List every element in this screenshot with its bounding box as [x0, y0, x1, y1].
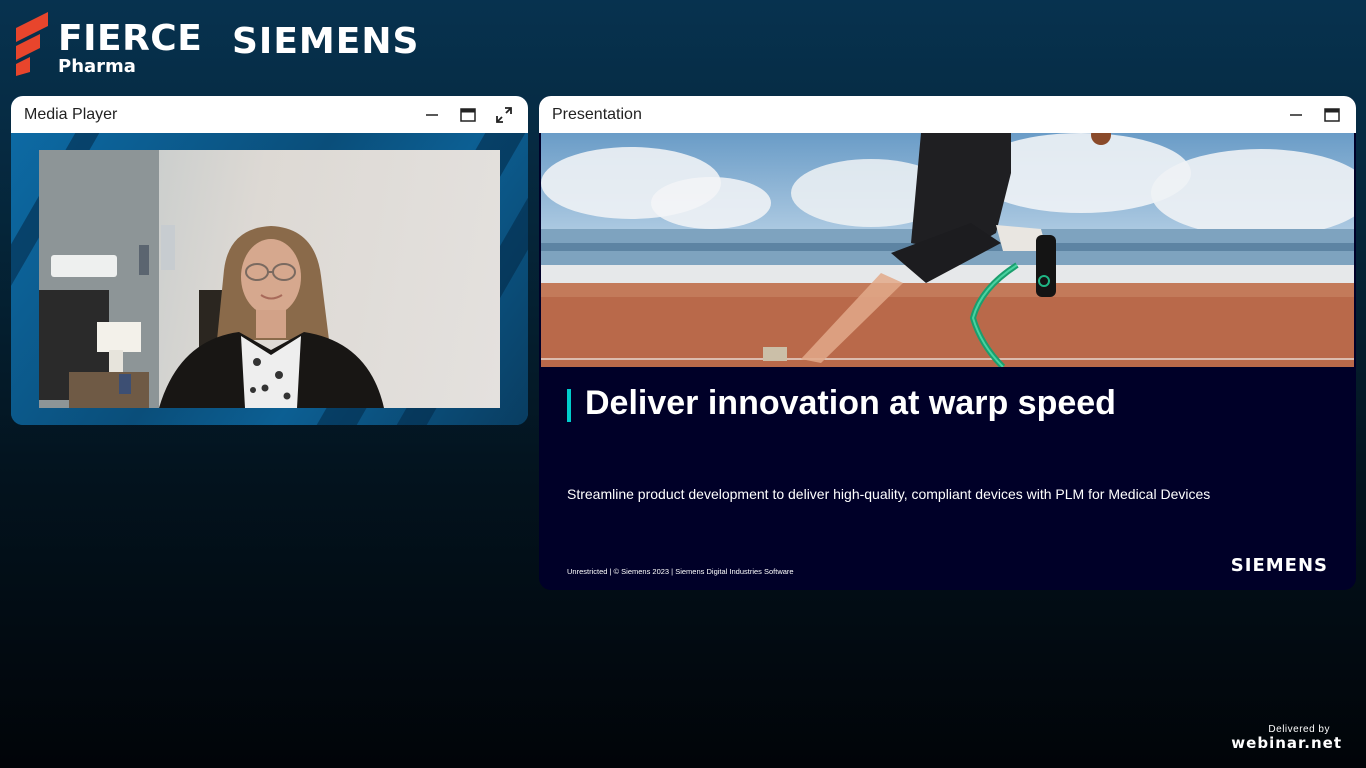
- presentation-panel: Presentation Deliver innovation at warp …: [539, 96, 1356, 590]
- fullscreen-button[interactable]: [486, 96, 522, 133]
- expand-icon: [496, 106, 512, 123]
- window-icon: [1324, 107, 1340, 122]
- window-icon: [460, 107, 476, 122]
- title-accent-bar: [567, 389, 571, 422]
- fierce-pharma-logo: FIERCE Pharma: [14, 6, 204, 76]
- maximize-button[interactable]: [1314, 96, 1350, 133]
- slide-headline: Deliver innovation at warp speed: [585, 384, 1116, 422]
- minimize-icon: [426, 113, 438, 116]
- media-player-body: [11, 133, 528, 425]
- minimize-button[interactable]: [1278, 96, 1314, 133]
- speaker-video-image: [39, 150, 384, 408]
- brand-primary: FIERCE: [58, 18, 203, 59]
- slide-hero-image: [541, 133, 1354, 367]
- presentation-header: Presentation: [539, 96, 1356, 133]
- speaker-video[interactable]: [39, 150, 500, 408]
- sponsor-logo: SIEMENS: [232, 21, 420, 62]
- fierce-flame-icon: [16, 12, 48, 76]
- slide-siemens-logo: SIEMENS: [1230, 555, 1328, 576]
- slide-subheadline: Streamline product development to delive…: [567, 486, 1211, 502]
- slide-footer: Unrestricted | © Siemens 2023 | Siemens …: [567, 567, 794, 576]
- presentation-title: Presentation: [552, 105, 642, 123]
- media-player-header: Media Player: [11, 96, 528, 133]
- maximize-button[interactable]: [450, 96, 486, 133]
- media-player-panel: Media Player: [11, 96, 528, 425]
- athlete-prosthetic-image: [541, 133, 1354, 367]
- minimize-icon: [1290, 113, 1302, 116]
- presentation-slide: Deliver innovation at warp speed Streaml…: [539, 133, 1356, 590]
- brand-primary-sub: Pharma: [58, 56, 136, 77]
- platform-branding: Delivered by webinar.net: [1231, 724, 1342, 752]
- media-player-title: Media Player: [24, 105, 118, 123]
- platform-logo: webinar.net: [1231, 734, 1342, 752]
- minimize-button[interactable]: [414, 96, 450, 133]
